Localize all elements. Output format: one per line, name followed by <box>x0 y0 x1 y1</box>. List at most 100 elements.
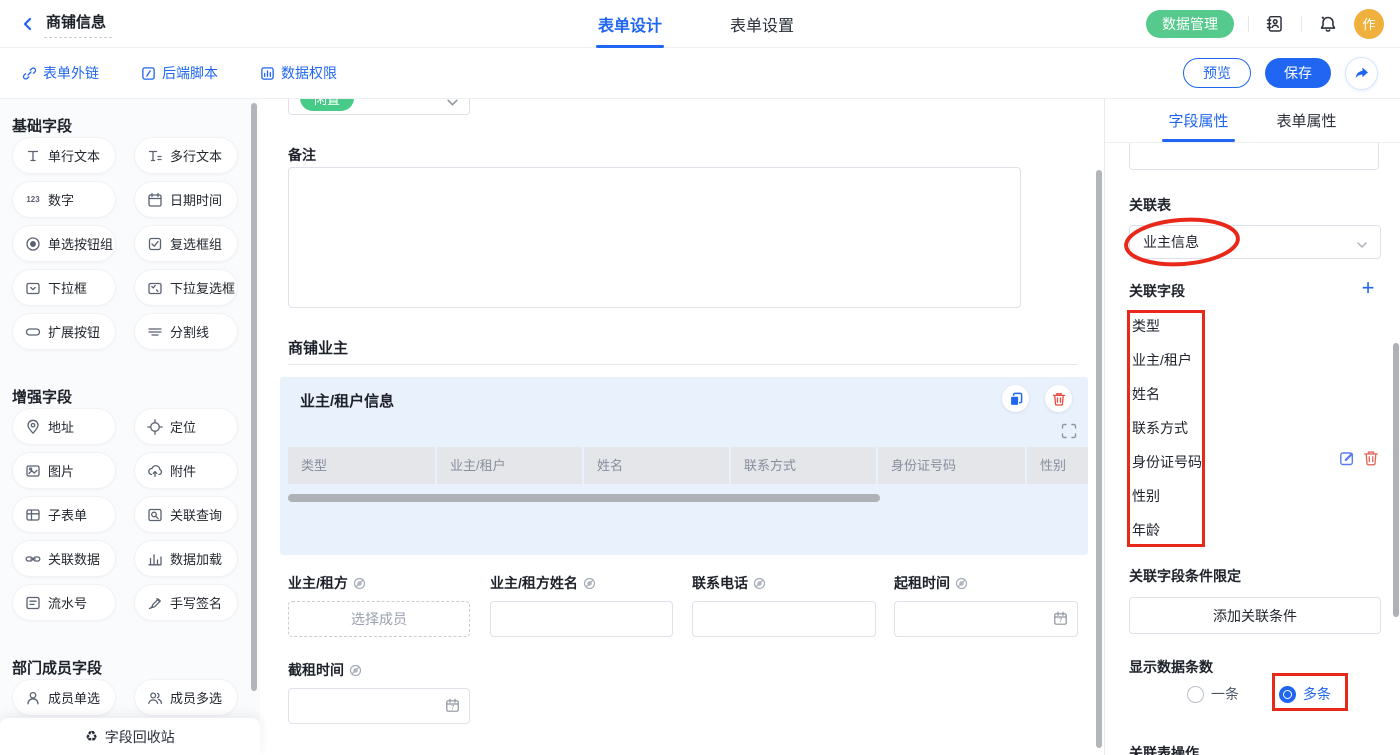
related-field-item[interactable]: 年龄 <box>1132 513 1202 547</box>
field-pill-dropdown-multi[interactable]: 下拉复选框 <box>134 269 238 306</box>
header-tabs: 表单设计 表单设置 <box>598 0 794 48</box>
divider-icon <box>147 324 163 340</box>
owner-name-input[interactable] <box>490 601 673 637</box>
add-field-button[interactable]: + <box>1358 277 1378 299</box>
toolbar-actions: 预览 保存 <box>1183 57 1378 90</box>
member-picker-input[interactable] <box>288 601 470 637</box>
field-pill-signature[interactable]: 手写签名 <box>134 584 238 621</box>
field-pill-number[interactable]: 123数字 <box>12 181 116 218</box>
field-pill-locate[interactable]: 定位 <box>134 408 238 445</box>
page-title[interactable]: 商铺信息 <box>44 9 112 38</box>
field-pill-datetime[interactable]: 日期时间 <box>134 181 238 218</box>
related-field-item[interactable]: 类型 <box>1132 309 1202 343</box>
field-pill-single-line-text[interactable]: 单行文本 <box>12 137 116 174</box>
eye-off-icon <box>583 577 596 590</box>
chevron-down-icon <box>446 99 459 109</box>
tab-field-properties[interactable]: 字段属性 <box>1168 99 1228 142</box>
member-multi-icon <box>147 690 163 706</box>
field-pill-image[interactable]: 图片 <box>12 452 116 489</box>
related-field-item[interactable]: 联系方式 <box>1132 411 1202 445</box>
table-ops-label: 关联表操作 <box>1129 743 1199 755</box>
sidebar-scrollbar[interactable] <box>251 103 257 691</box>
radio-single[interactable]: 一条 <box>1187 684 1239 704</box>
add-condition-button[interactable]: 添加关联条件 <box>1129 597 1381 634</box>
notifications-button[interactable] <box>1316 12 1340 36</box>
owner-tenant-subform[interactable]: 业主/租户信息 类型 业主/租户 姓名 联系方式 身份证号码 性别 <box>280 377 1088 555</box>
back-button[interactable] <box>16 12 40 36</box>
field-owner-name: 业主/租方姓名 <box>490 573 673 637</box>
field-pill-linked-data[interactable]: 关联数据 <box>12 540 116 577</box>
remark-textarea[interactable] <box>288 167 1021 308</box>
bell-icon <box>1319 15 1337 33</box>
related-field-item[interactable]: 身份证号码 <box>1132 445 1202 479</box>
contacts-button[interactable] <box>1263 12 1287 36</box>
divider <box>1301 16 1302 32</box>
related-field-item[interactable]: 姓名 <box>1132 377 1202 411</box>
phone-input[interactable] <box>692 601 876 637</box>
data-manage-button[interactable]: 数据管理 <box>1146 10 1234 38</box>
subform-horizontal-scrollbar[interactable] <box>288 494 880 502</box>
backend-script-link[interactable]: 后端脚本 <box>141 63 218 83</box>
eye-off-icon <box>353 577 366 590</box>
tab-form-properties[interactable]: 表单属性 <box>1277 99 1337 142</box>
related-field-item[interactable]: 性别 <box>1132 479 1202 513</box>
radio-group-icon <box>25 236 41 252</box>
related-table-select[interactable]: 业主信息 <box>1129 225 1381 259</box>
section-title-enhanced: 增强字段 <box>12 370 260 397</box>
field-pill-member-multi[interactable]: 成员多选 <box>134 679 238 716</box>
field-pill-dropdown[interactable]: 下拉框 <box>12 269 116 306</box>
field-pill-radio-group[interactable]: 单选按钮组 <box>12 225 116 262</box>
field-pill-data-load[interactable]: 数据加载 <box>134 540 238 577</box>
button-icon <box>25 324 41 340</box>
canvas-scrollbar[interactable] <box>1096 170 1102 748</box>
section-title-basic: 基础字段 <box>12 99 260 126</box>
field-pill-attachment[interactable]: 附件 <box>134 452 238 489</box>
field-pill-subform[interactable]: 子表单 <box>12 496 116 533</box>
checkbox-group-icon <box>147 236 163 252</box>
related-fields-label: 关联字段 <box>1129 281 1185 301</box>
data-permission-link[interactable]: 数据权限 <box>260 63 337 83</box>
column-header: 身份证号码 <box>878 447 1025 484</box>
field-pill-multi-line-text[interactable]: 多行文本 <box>134 137 238 174</box>
properties-panel: 字段属性 表单属性 关联表 业主信息 关联字段 + 类型 业主/租户 姓名 联系… <box>1104 99 1400 755</box>
lease-start-input[interactable] <box>894 601 1078 637</box>
member-single-icon <box>25 690 41 706</box>
preview-button[interactable]: 预览 <box>1183 58 1251 88</box>
user-avatar[interactable]: 作 <box>1354 9 1384 39</box>
field-pill-address[interactable]: 地址 <box>12 408 116 445</box>
attachment-icon <box>147 463 163 479</box>
radio-multiple[interactable]: 多条 <box>1279 684 1331 704</box>
permission-icon <box>260 66 275 81</box>
status-select[interactable]: 闲置 <box>288 99 470 115</box>
save-button[interactable]: 保存 <box>1265 58 1331 88</box>
tab-form-settings[interactable]: 表单设置 <box>730 0 794 48</box>
delete-subform-button[interactable] <box>1045 385 1072 412</box>
partial-input[interactable] <box>1129 143 1379 170</box>
number-icon: 123 <box>25 192 41 208</box>
field-lease-end: 截租时间 7 <box>288 660 470 724</box>
field-pill-divider[interactable]: 分割线 <box>134 313 238 350</box>
field-pill-serial[interactable]: 流水号 <box>12 584 116 621</box>
field-palette-sidebar: 基础字段 单行文本 多行文本 123数字 日期时间 单选按钮组 复选框组 下拉框… <box>0 99 260 755</box>
delete-fields-button[interactable] <box>1363 450 1379 467</box>
lease-end-input[interactable] <box>288 688 470 724</box>
field-pill-button[interactable]: 扩展按钮 <box>12 313 116 350</box>
edit-fields-button[interactable] <box>1339 450 1356 467</box>
window-scrollbar[interactable] <box>1393 343 1399 617</box>
field-pill-linked-query[interactable]: 关联查询 <box>134 496 238 533</box>
form-external-link[interactable]: 表单外链 <box>22 63 99 83</box>
field-recycle-bin[interactable]: ♻ 字段回收站 <box>0 718 260 755</box>
dropdown-icon <box>25 280 41 296</box>
field-pill-checkbox-group[interactable]: 复选框组 <box>134 225 238 262</box>
related-field-item[interactable]: 业主/租户 <box>1132 343 1202 377</box>
single-line-text-icon <box>25 148 41 164</box>
copy-subform-button[interactable] <box>1002 385 1029 412</box>
expand-icon[interactable] <box>1061 423 1077 439</box>
field-pill-member-single[interactable]: 成员单选 <box>12 679 116 716</box>
tab-form-design[interactable]: 表单设计 <box>598 0 662 48</box>
divider <box>1248 16 1249 32</box>
related-table-label: 关联表 <box>1129 195 1171 215</box>
share-button[interactable] <box>1345 57 1378 90</box>
app-header: 商铺信息 表单设计 表单设置 数据管理 作 <box>0 0 1400 48</box>
section-title-members: 部门成员字段 <box>12 641 260 668</box>
